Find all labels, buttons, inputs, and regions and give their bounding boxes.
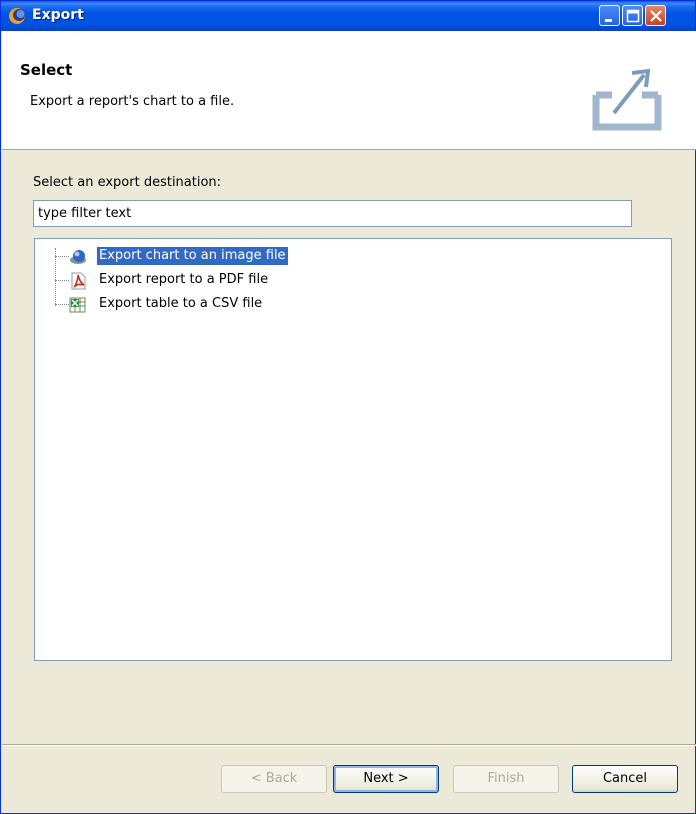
close-button[interactable] [645,5,666,26]
page-description: Export a report's chart to a file. [30,94,235,109]
maximize-button[interactable] [622,5,643,26]
minimize-button[interactable] [599,5,620,26]
button-bar-separator [2,744,696,746]
tree-item-pdf-export[interactable]: Export report to a PDF file [35,269,355,291]
eclipse-icon [8,7,26,25]
page-title: Select [20,61,73,79]
export-icon [592,65,668,139]
tree-item-image-export[interactable]: Export chart to an image file [35,245,355,267]
back-button[interactable]: < Back [221,765,327,793]
pdf-icon [69,272,87,290]
image-export-icon [69,248,87,266]
tree-branch [55,304,69,305]
close-icon [650,10,662,22]
maximize-icon [626,9,640,23]
csv-icon [69,296,87,314]
minimize-icon [605,19,612,22]
cancel-button[interactable]: Cancel [572,765,678,793]
window-title: Export [32,7,84,23]
filter-input[interactable] [33,200,632,227]
export-destination-tree[interactable]: Export chart to an image file Export rep… [34,238,672,661]
next-button[interactable]: Next > [333,765,439,793]
export-dialog: Export Select Export a report's chart to… [0,0,696,814]
title-bar[interactable]: Export [1,1,695,31]
tree-item-label: Export table to a CSV file [99,296,263,311]
tree-item-label: Export chart to an image file [97,247,288,265]
destination-label: Select an export destination: [33,175,222,190]
tree-item-csv-export[interactable]: Export table to a CSV file [35,293,355,315]
finish-button[interactable]: Finish [453,765,559,793]
tree-item-label: Export report to a PDF file [99,272,269,287]
tree-branch [55,256,69,257]
tree-branch [55,280,69,281]
wizard-header: Select Export a report's chart to a file… [2,31,696,150]
